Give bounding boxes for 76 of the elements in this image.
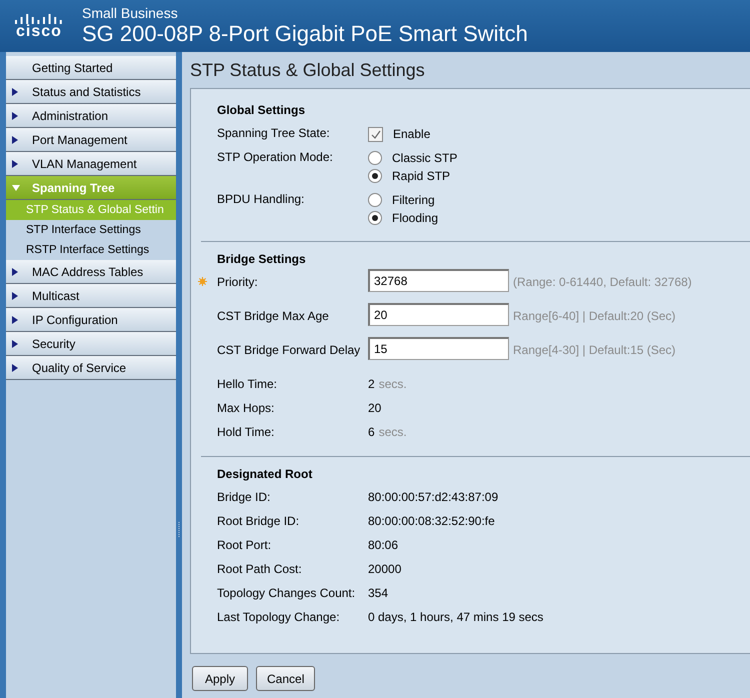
caret-icon: [12, 268, 18, 276]
field-value: 20000: [368, 561, 402, 577]
field-label: CST Bridge Max Age: [217, 308, 330, 324]
nav-item[interactable]: VLAN Management: [6, 152, 176, 176]
brand-subtitle: Small Business: [82, 5, 179, 21]
caret-icon: [12, 340, 18, 348]
nav-item[interactable]: MAC Address Tables: [6, 260, 176, 284]
option-label: Rapid STP: [392, 169, 450, 183]
caret-icon: [12, 88, 18, 96]
field-value: 80:00:00:57:d2:43:87:09: [368, 489, 498, 505]
caret-icon: [12, 136, 18, 144]
check-icon: [370, 130, 380, 138]
field-value: 80:00:00:08:32:52:90:fe: [368, 513, 495, 529]
radio-button[interactable]: [368, 211, 382, 225]
splitter-handle[interactable]: [178, 522, 180, 538]
field-value: 354: [368, 585, 388, 601]
field-value: 80:06: [368, 537, 398, 553]
field-label: Spanning Tree State:: [217, 125, 331, 141]
field-label: Root Port:: [217, 537, 272, 553]
field-label: Root Path Cost:: [217, 561, 303, 577]
caret-icon: [12, 364, 18, 372]
nav-item[interactable]: Getting Started: [6, 56, 176, 80]
hint-text: (Range: 0-61440, Default: 32768): [513, 274, 692, 290]
field-label: STP Operation Mode:: [217, 149, 334, 165]
field-label: CST Bridge Forward Delay: [217, 342, 362, 358]
caret-icon: [12, 184, 20, 190]
section-title: Global Settings: [217, 102, 306, 119]
input-field[interactable]: 20: [368, 303, 509, 326]
hint-text: Range[6-40] | Default:20 (Sec): [513, 308, 676, 324]
logo-icon: [14, 12, 64, 24]
hint-text: Range[4-30] | Default:15 (Sec): [513, 342, 676, 358]
nav-subitem[interactable]: RSTP Interface Settings: [6, 240, 176, 260]
unit-text: secs.: [378, 376, 407, 392]
field-label: Max Hops:: [217, 400, 276, 416]
field-label: Last Topology Change:: [217, 609, 341, 625]
option-label: Classic STP: [392, 151, 458, 165]
section-title: Bridge Settings: [217, 251, 307, 268]
field-label: Bridge ID:: [217, 489, 272, 505]
field-value: 2: [368, 376, 375, 392]
action-button[interactable]: Cancel: [256, 666, 316, 691]
field-label: Hello Time:: [217, 376, 278, 392]
input-field[interactable]: 32768: [368, 269, 509, 292]
unit-text: secs.: [378, 424, 407, 440]
section-title: Designated Root: [217, 466, 314, 483]
page-title: STP Status & Global Settings: [190, 59, 426, 82]
caret-icon: [12, 112, 18, 120]
field-value: 20: [368, 400, 382, 416]
radio-button[interactable]: [368, 193, 382, 207]
field-label: Root Bridge ID:: [217, 513, 300, 529]
action-button[interactable]: Apply: [192, 666, 248, 691]
field-label: Topology Changes Count:: [217, 585, 356, 601]
field-label: BPDU Handling:: [217, 191, 306, 207]
product-title: SG 200-08P 8-Port Gigabit PoE Smart Switch: [82, 21, 528, 47]
field-value: 0 days, 1 hours, 47 mins 19 secs: [368, 609, 544, 625]
field-label: Hold Time:: [217, 424, 276, 440]
option-label: Enable: [393, 127, 430, 141]
nav-item[interactable]: Status and Statistics: [6, 80, 176, 104]
option-label: Filtering: [392, 193, 435, 207]
input-field[interactable]: 15: [368, 337, 509, 360]
nav-item[interactable]: IP Configuration: [6, 308, 176, 332]
field-value: 6: [368, 424, 375, 440]
radio-button[interactable]: [368, 169, 382, 183]
nav-item[interactable]: Quality of Service: [6, 356, 176, 380]
field-label: Priority:: [217, 274, 259, 290]
nav-subitem[interactable]: STP Interface Settings: [6, 220, 176, 240]
nav-item[interactable]: Security: [6, 332, 176, 356]
caret-icon: [12, 316, 18, 324]
logo-text: cisco: [16, 24, 62, 40]
caret-icon: [12, 292, 18, 300]
radio-button[interactable]: [368, 151, 382, 165]
nav-item[interactable]: Administration: [6, 104, 176, 128]
checkbox[interactable]: [368, 126, 383, 142]
caret-icon: [12, 160, 18, 168]
nav-item[interactable]: Port Management: [6, 128, 176, 152]
nav-item[interactable]: Multicast: [6, 284, 176, 308]
option-label: Flooding: [392, 211, 438, 225]
